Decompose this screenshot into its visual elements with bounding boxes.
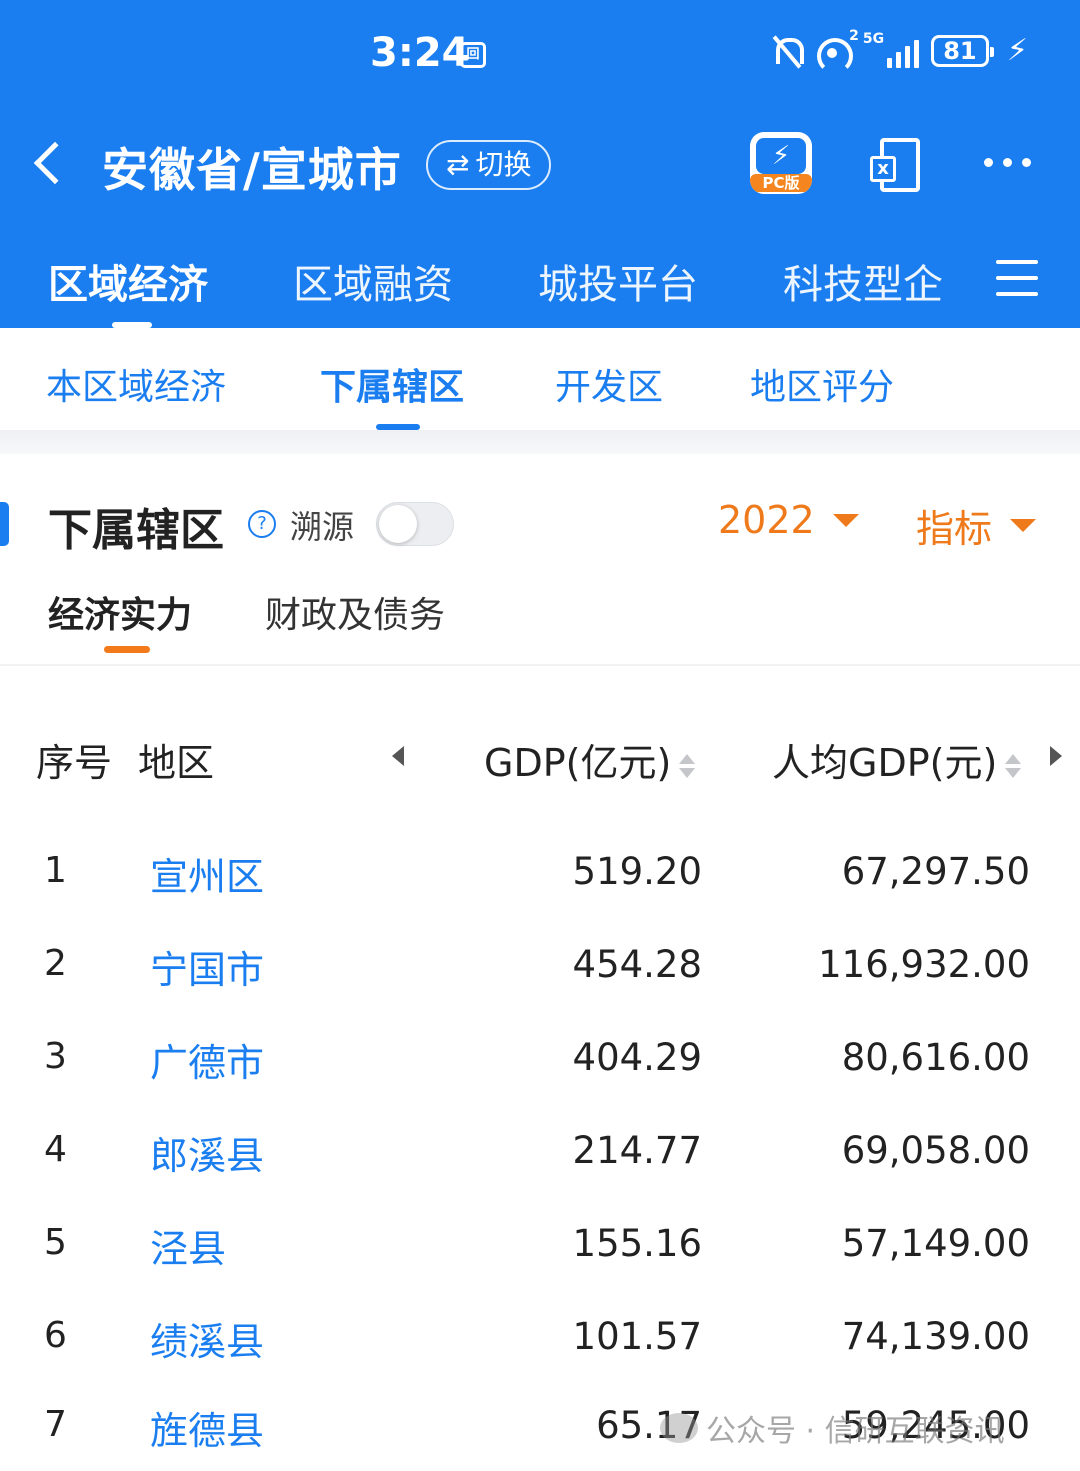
title-bar: 安徽省/宣城市 ⇄ 切换 ⚡ PC版 x <box>0 110 1080 220</box>
region-link[interactable]: 旌德县 <box>150 1400 264 1455</box>
hotspot-icon: 2 <box>813 28 859 74</box>
chevron-down-icon <box>1010 519 1037 532</box>
region-link[interactable]: 绩溪县 <box>150 1311 264 1366</box>
region-link[interactable]: 宣州区 <box>150 846 264 901</box>
gdp-value: 214.77 <box>572 1129 702 1172</box>
watermark-text: 公众号 · 信研互联资讯 <box>706 1414 1005 1449</box>
column-header-index: 序号 <box>36 741 113 785</box>
tab-fiscal-debt[interactable]: 财政及债务 <box>265 586 445 638</box>
notification-app-icon: 回 <box>460 42 486 68</box>
table-row: 6 绩溪县 101.57 74,139.00 <box>0 1291 1080 1383</box>
chevron-down-icon <box>832 513 859 527</box>
sort-icon <box>1005 751 1022 781</box>
section-divider <box>0 430 1080 454</box>
sort-icon <box>679 751 696 781</box>
lightning-icon: ⚡ <box>756 138 806 174</box>
column-header-per-capita-gdp[interactable]: 人均GDP(元) <box>772 732 1022 787</box>
battery-icon: 81 <box>930 35 994 67</box>
status-bar: 3:24 回 2 5G 81 ⚡ <box>0 0 1080 110</box>
region-link[interactable]: 郎溪县 <box>150 1125 264 1180</box>
per-capita-gdp-value: 57,149.00 <box>841 1222 1030 1265</box>
tab-tech-enterprise[interactable]: 科技型企 <box>783 252 943 310</box>
watermark: 公众号 · 信研互联资讯 <box>660 1406 1005 1450</box>
pc-version-button[interactable]: ⚡ PC版 <box>750 132 812 194</box>
page-title: 安徽省/宣城市 <box>102 143 402 197</box>
charging-icon: ⚡ <box>1006 33 1028 68</box>
hotspot-count: 2 <box>849 28 859 44</box>
table-row: 3 广德市 404.29 80,616.00 <box>0 1012 1080 1104</box>
scroll-right-icon[interactable] <box>1050 746 1062 766</box>
signal-icon: 5G <box>862 31 919 68</box>
per-capita-gdp-value: 116,932.00 <box>818 943 1030 986</box>
gdp-value: 519.20 <box>572 850 702 893</box>
per-capita-gdp-value: 80,616.00 <box>841 1036 1030 1079</box>
tab-subordinate-districts[interactable]: 下属辖区 <box>320 358 464 410</box>
tab-development-zones[interactable]: 开发区 <box>555 358 663 410</box>
scroll-left-icon[interactable] <box>392 746 404 766</box>
table-row: 5 泾县 155.16 57,149.00 <box>0 1198 1080 1290</box>
gdp-header-label: GDP(亿元) <box>484 741 672 785</box>
region-link[interactable]: 宁国市 <box>150 939 264 994</box>
main-tab-bar: 区域经济 区域融资 城投平台 科技型企 <box>0 238 1080 328</box>
menu-icon[interactable] <box>996 260 1038 296</box>
app-header: 3:24 回 2 5G 81 ⚡ 安徽省/宣城市 ⇄ 切换 ⚡ PC版 x 区域… <box>0 0 1080 328</box>
row-index: 5 <box>44 1222 67 1263</box>
column-header-gdp[interactable]: GDP(亿元) <box>484 732 696 787</box>
row-index: 1 <box>44 850 67 891</box>
tab-own-economy[interactable]: 本区域经济 <box>46 358 226 410</box>
region-link[interactable]: 泾县 <box>150 1218 226 1273</box>
year-value: 2022 <box>718 498 815 542</box>
switch-icon: ⇄ <box>446 148 470 181</box>
per-capita-gdp-header-label: 人均GDP(元) <box>772 741 998 785</box>
section-title: 下属辖区 <box>48 505 224 556</box>
tab-regional-economy[interactable]: 区域经济 <box>48 252 208 310</box>
tab-regional-financing[interactable]: 区域融资 <box>293 252 453 310</box>
per-capita-gdp-value: 74,139.00 <box>841 1315 1030 1358</box>
row-index: 6 <box>44 1315 67 1356</box>
back-arrow-icon[interactable] <box>33 141 77 185</box>
gdp-value: 454.28 <box>572 943 702 986</box>
gdp-value: 101.57 <box>572 1315 702 1358</box>
row-index: 2 <box>44 943 67 984</box>
tab-lgfv-platform[interactable]: 城投平台 <box>538 252 698 310</box>
per-capita-gdp-value: 67,297.50 <box>841 850 1030 893</box>
gdp-value: 155.16 <box>572 1222 702 1265</box>
switch-label: 切换 <box>475 148 532 181</box>
trace-source-toggle[interactable] <box>376 502 454 546</box>
more-options-icon[interactable] <box>984 158 1031 167</box>
excel-icon: x <box>870 156 896 182</box>
switch-region-button[interactable]: ⇄ 切换 <box>426 140 552 190</box>
year-dropdown[interactable]: 2022 <box>718 498 859 542</box>
row-index: 7 <box>44 1404 67 1445</box>
tab-economic-strength[interactable]: 经济实力 <box>48 586 192 638</box>
status-icons: 2 5G 81 ⚡ <box>771 28 1028 74</box>
wechat-icon <box>660 1413 698 1443</box>
trace-source-label: 溯源 <box>290 508 355 546</box>
status-time: 3:24 <box>370 30 470 76</box>
pc-version-label: PC版 <box>750 174 812 192</box>
gdp-value: 404.29 <box>572 1036 702 1079</box>
table-row: 1 宣州区 519.20 67,297.50 <box>0 826 1080 918</box>
divider <box>0 664 1080 666</box>
table-row: 4 郎溪县 214.77 69,058.00 <box>0 1105 1080 1197</box>
section-marker <box>0 502 9 546</box>
help-icon[interactable]: ? <box>248 510 276 538</box>
toggle-knob <box>379 505 417 543</box>
metric-dropdown[interactable]: 指标 <box>916 498 1037 553</box>
row-index: 3 <box>44 1036 67 1077</box>
export-excel-button[interactable]: x <box>870 138 922 196</box>
tab-regional-rating[interactable]: 地区评分 <box>750 358 894 410</box>
network-type: 5G <box>862 31 885 47</box>
region-link[interactable]: 广德市 <box>150 1032 264 1087</box>
column-header-region: 地区 <box>138 741 215 785</box>
table-row: 2 宁国市 454.28 116,932.00 <box>0 919 1080 1011</box>
per-capita-gdp-value: 69,058.00 <box>841 1129 1030 1172</box>
row-index: 4 <box>44 1129 67 1170</box>
sub-tab-bar: 本区域经济 下属辖区 开发区 地区评分 <box>0 328 1080 430</box>
category-tab-indicator <box>104 646 150 653</box>
metric-label: 指标 <box>916 507 993 551</box>
bell-off-icon <box>771 34 804 68</box>
